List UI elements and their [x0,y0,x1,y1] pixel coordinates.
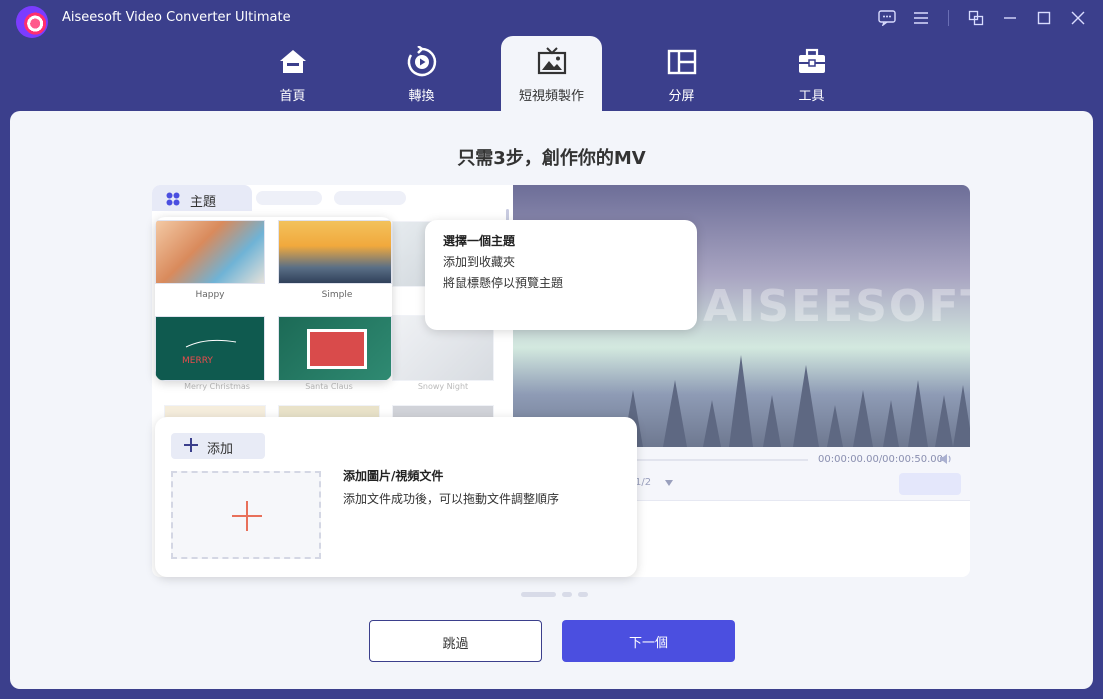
main-panel: 只需3步，創作你的MV 主題 Snowy Night Merry Christm… [10,111,1093,689]
theme-caption-happy: Happy [195,290,225,300]
pager-dot-active[interactable] [521,592,556,597]
theme-thumbnail-happy[interactable] [155,220,265,284]
tab-themes-label: 主題 [190,195,217,210]
tab-toolbox[interactable]: 工具 [761,36,862,111]
pager-dot[interactable] [562,592,572,597]
maximize-icon[interactable] [1031,6,1057,30]
tip-title: 選擇一個主題 [443,234,516,248]
close-icon[interactable] [1065,6,1091,30]
step-pager [521,592,588,597]
ghost-tab [256,191,322,205]
tab-toolbox-label: 工具 [798,89,825,104]
theme-grid-icon [166,192,180,206]
title-bar: Aiseesoft Video Converter Ultimate [0,0,1103,38]
tab-mv[interactable]: 短視頻製作 [501,36,602,111]
page-title: 只需3步，創作你的MV [457,148,646,169]
divider [948,10,949,26]
theme-caption: Snowy Night [417,382,469,391]
theme-thumbnail-santa-claus[interactable] [278,316,392,381]
tab-mv-label: 短視頻製作 [518,89,584,104]
tab-themes[interactable]: 主題 [152,185,252,211]
next-button[interactable]: 下一個 [562,620,735,662]
tab-collage[interactable]: 分屏 [631,36,732,111]
add-step-description: 添加文件成功後，可以拖動文件調整順序 [343,492,560,506]
collage-icon [667,49,696,75]
tab-convert[interactable]: 轉換 [371,36,472,111]
plus-icon [232,501,262,531]
theme-tip-callout: 選擇一個主題 添加到收藏夾 將鼠標懸停以預覽主題 [425,220,697,330]
tab-convert-label: 轉換 [408,89,435,104]
add-button-label: 添加 [207,442,234,457]
add-step-title: 添加圖片/視頻文件 [343,469,444,483]
tab-home-label: 首頁 [279,89,306,104]
tab-collage-label: 分屏 [668,89,695,104]
home-icon [279,50,306,73]
feedback-icon[interactable] [874,6,900,30]
add-files-callout: 添加 添加圖片/視頻文件 添加文件成功後，可以拖動文件調整順序 [155,417,637,577]
minimize-icon[interactable] [997,6,1023,30]
pager-dot[interactable] [578,592,588,597]
tip-line: 添加到收藏夾 [443,255,516,269]
toolbox-window-icon[interactable] [963,6,989,30]
convert-icon [407,46,436,77]
tab-home[interactable]: 首頁 [242,36,343,111]
app-logo [16,6,48,38]
theme-caption-simple: Simple [321,290,353,300]
add-button[interactable]: 添加 [171,433,265,459]
svg-text:MERRY: MERRY [182,356,213,366]
menu-icon[interactable] [908,6,934,30]
seek-bar[interactable] [633,459,808,461]
tip-line: 將鼠標懸停以預覽主題 [443,276,564,290]
mv-icon [537,47,566,75]
theme-thumbnail-merry-christmas[interactable]: MERRY [155,316,265,381]
skip-button[interactable]: 跳過 [369,620,542,662]
plus-icon [184,438,198,452]
toolbox-icon [798,48,825,73]
theme-thumbnail-simple[interactable] [278,220,392,284]
app-title: Aiseesoft Video Converter Ultimate [62,10,291,25]
export-button[interactable] [899,473,961,495]
drop-zone[interactable] [171,471,321,559]
main-nav: 首頁 轉換 短視頻製作 分屏 工具 [0,36,1103,111]
theme-caption: Merry Christmas [184,382,250,391]
ghost-tab [334,191,406,205]
volume-icon[interactable] [939,453,953,465]
themes-callout: Happy Simple MERRY [155,217,392,381]
page-indicator: 1/2 [635,477,652,488]
time-display: 00:00:00.00/00:00:50.00 [818,454,943,465]
window-controls [874,6,1091,30]
chevron-down-icon[interactable] [665,480,673,486]
photo-frame [307,329,367,369]
theme-caption: Santa Claus [305,382,353,391]
sleigh-icon: MERRY [182,339,237,366]
